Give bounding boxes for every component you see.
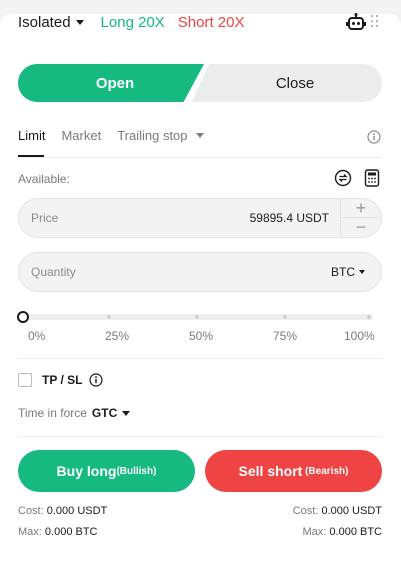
tp-sl-row: TP / SL: [18, 373, 104, 387]
tab-trailing-stop[interactable]: Trailing stop: [117, 128, 204, 143]
divider: [18, 436, 382, 437]
slider-tick: [283, 315, 287, 319]
quantity-field[interactable]: Quantity BTC: [18, 252, 382, 292]
slider-tick: [195, 315, 199, 319]
buy-long-button[interactable]: Buy long (Bullish): [18, 450, 195, 492]
sell-cost: Cost: 0.000 USDT: [293, 505, 382, 517]
divider: [18, 358, 382, 359]
time-in-force-select[interactable]: GTC: [91, 406, 131, 420]
slider-mark-75[interactable]: 75%: [273, 329, 297, 343]
sell-cost-label: Cost:: [292, 505, 319, 517]
price-field[interactable]: Price 59895.4 USDT + −: [18, 198, 382, 238]
short-leverage[interactable]: Short 20X: [178, 14, 245, 31]
slider-mark-0[interactable]: 0%: [28, 329, 45, 343]
quantity-slider[interactable]: [17, 311, 373, 323]
price-stepper: + −: [340, 198, 381, 237]
caret-down-icon: [75, 20, 84, 25]
sell-max: Max: 0.000 BTC: [303, 526, 383, 538]
price-label: Price: [31, 211, 59, 225]
calculator-icon[interactable]: [364, 169, 380, 192]
buy-max-value: 0.000 BTC: [44, 526, 98, 538]
sell-max-label: Max:: [302, 526, 327, 538]
time-in-force-label: Time in force: [18, 406, 87, 420]
quantity-unit-label: BTC: [331, 265, 355, 279]
tab-market[interactable]: Market: [61, 128, 101, 143]
available-label: Available:: [18, 172, 70, 186]
caret-down-icon: [359, 270, 365, 274]
quantity-unit-select[interactable]: BTC: [331, 265, 365, 279]
slider-mark-100[interactable]: 100%: [344, 329, 375, 343]
tab-trailing-stop-label: Trailing stop: [117, 128, 188, 143]
slider-thumb[interactable]: [17, 311, 29, 323]
close-tab[interactable]: Close: [192, 64, 382, 102]
buy-long-label: Buy long: [56, 463, 117, 479]
sell-short-label: Sell short: [238, 463, 303, 479]
slider-mark-25[interactable]: 25%: [105, 329, 129, 343]
margin-mode-label: Isolated: [18, 14, 71, 31]
close-tab-label: Close: [275, 74, 315, 92]
open-close-switch: Close Open: [18, 64, 382, 102]
time-in-force-value: GTC: [91, 406, 118, 420]
robot-icon[interactable]: [346, 13, 366, 36]
buy-long-sub: (Bullish): [116, 465, 157, 477]
buy-max: Max: 0.000 BTC: [18, 526, 98, 538]
order-header: Isolated Long 20X Short 20X: [18, 14, 245, 31]
caret-down-icon: [122, 410, 131, 416]
info-icon[interactable]: [89, 373, 104, 387]
tp-sl-label[interactable]: TP / SL: [42, 373, 82, 387]
price-increase-button[interactable]: +: [341, 198, 381, 218]
sell-max-value: 0.000 BTC: [329, 526, 382, 538]
buy-cost-label: Cost:: [18, 505, 44, 517]
sell-short-sub: (Bearish): [302, 465, 349, 477]
slider-tick: [107, 315, 111, 319]
buy-max-label: Max:: [18, 526, 42, 538]
tp-sl-checkbox[interactable]: [18, 373, 32, 387]
info-icon[interactable]: [367, 130, 381, 149]
time-in-force-row: Time in force GTC: [18, 406, 131, 420]
long-leverage[interactable]: Long 20X: [101, 14, 165, 31]
buy-cost: Cost: 0.000 USDT: [18, 505, 107, 517]
slider-tick: [367, 315, 371, 319]
tabs-divider: [18, 157, 382, 158]
sell-short-button[interactable]: Sell short (Bearish): [205, 450, 382, 492]
sell-cost-value: 0.000 USDT: [321, 505, 382, 517]
buy-cost-value: 0.000 USDT: [46, 505, 108, 517]
price-value[interactable]: 59895.4 USDT: [250, 211, 329, 225]
price-decrease-button[interactable]: −: [341, 217, 381, 237]
quantity-label: Quantity: [31, 265, 76, 279]
margin-mode-select[interactable]: Isolated: [18, 14, 84, 31]
open-tab[interactable]: Open: [18, 64, 204, 102]
open-tab-label: Open: [95, 74, 135, 92]
caret-down-icon: [195, 133, 204, 138]
tab-limit[interactable]: Limit: [18, 128, 45, 157]
drag-handle-icon[interactable]: [371, 15, 379, 29]
order-type-tabs: Limit Market Trailing stop: [18, 128, 220, 157]
transfer-icon[interactable]: [334, 169, 352, 192]
slider-mark-50[interactable]: 50%: [189, 329, 213, 343]
